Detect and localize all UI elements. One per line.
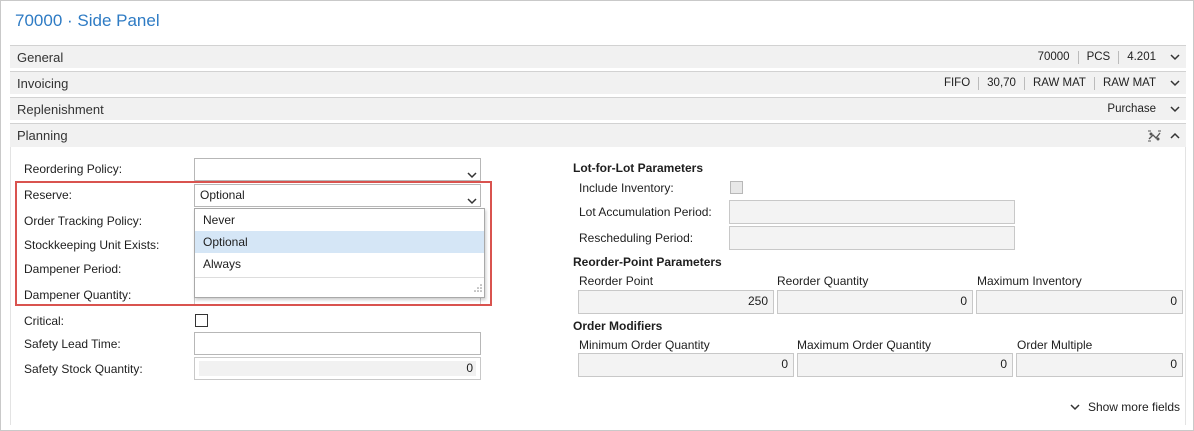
lot-accumulation-period-label: Lot Accumulation Period: bbox=[579, 205, 712, 219]
order-multiple-label: Order Multiple bbox=[1017, 338, 1093, 352]
reordering-policy-select[interactable] bbox=[194, 158, 481, 181]
fasttab-replenishment-title: Replenishment bbox=[17, 101, 104, 117]
show-more-fields-button[interactable]: Show more fields bbox=[1070, 400, 1180, 414]
fasttab-replenishment[interactable]: Replenishment Purchase bbox=[10, 97, 1186, 120]
lot-accumulation-period-field[interactable] bbox=[729, 200, 1015, 224]
order-multiple-field[interactable]: 0 bbox=[1016, 353, 1183, 377]
include-inventory-checkbox[interactable] bbox=[730, 181, 743, 194]
order-multiple-value: 0 bbox=[1170, 357, 1177, 371]
reserve-label: Reserve: bbox=[24, 188, 73, 202]
minimum-order-quantity-field[interactable]: 0 bbox=[578, 353, 794, 377]
summary-gen-prod-posting: RAW MAT bbox=[1025, 76, 1095, 90]
chevron-up-icon[interactable] bbox=[1164, 132, 1186, 139]
reorder-point-field[interactable]: 250 bbox=[578, 290, 774, 314]
fasttab-invoicing-summary: FIFO 30,70 RAW MAT RAW MAT bbox=[936, 76, 1164, 90]
summary-replenishment-system: Purchase bbox=[1107, 102, 1156, 115]
maximum-order-quantity-label: Maximum Order Quantity bbox=[797, 338, 932, 352]
reorder-point-label: Reorder Point bbox=[579, 274, 654, 288]
fasttab-general-title: General bbox=[17, 49, 64, 65]
fasttab-planning[interactable]: Planning bbox=[10, 123, 1186, 147]
personalize-icon[interactable] bbox=[1144, 130, 1164, 142]
rescheduling-period-label: Rescheduling Period: bbox=[579, 231, 694, 245]
rescheduling-period-field[interactable] bbox=[729, 226, 1015, 250]
dampener-quantity-label: Dampener Quantity: bbox=[24, 288, 132, 302]
maximum-order-quantity-value: 0 bbox=[1000, 357, 1007, 371]
chevron-down-icon[interactable] bbox=[1164, 53, 1186, 61]
critical-label: Critical: bbox=[24, 314, 65, 328]
include-inventory-label: Include Inventory: bbox=[579, 181, 674, 195]
dropdown-divider bbox=[195, 277, 484, 278]
reserve-select[interactable]: Optional bbox=[194, 184, 481, 207]
reserve-options-list: Never Optional Always bbox=[194, 208, 485, 298]
reserve-value: Optional bbox=[200, 188, 245, 202]
critical-checkbox[interactable] bbox=[195, 314, 208, 327]
reordering-policy-label: Reordering Policy: bbox=[24, 162, 123, 176]
reserve-option-always[interactable]: Always bbox=[195, 253, 484, 275]
reorder-point-value: 250 bbox=[747, 294, 768, 308]
reorder-quantity-label: Reorder Quantity bbox=[777, 274, 869, 288]
maximum-inventory-field[interactable]: 0 bbox=[976, 290, 1183, 314]
chevron-down-icon[interactable] bbox=[467, 165, 477, 186]
fasttab-invoicing[interactable]: Invoicing FIFO 30,70 RAW MAT RAW MAT bbox=[10, 71, 1186, 94]
reserve-option-optional[interactable]: Optional bbox=[195, 231, 484, 253]
reorder-quantity-field[interactable]: 0 bbox=[777, 290, 973, 314]
minimum-order-quantity-label: Minimum Order Quantity bbox=[579, 338, 710, 352]
reserve-option-never[interactable]: Never bbox=[195, 209, 484, 231]
reorder-quantity-value: 0 bbox=[960, 294, 967, 308]
summary-inventory: 4.201 bbox=[1127, 50, 1156, 63]
reorder-point-heading: Reorder-Point Parameters bbox=[573, 255, 722, 269]
fasttab-replenishment-summary: Purchase bbox=[1099, 103, 1164, 116]
safety-lead-time-field[interactable] bbox=[194, 332, 481, 355]
summary-unit-cost: 30,70 bbox=[979, 76, 1025, 90]
lot-for-lot-heading: Lot-for-Lot Parameters bbox=[573, 161, 704, 175]
maximum-inventory-label: Maximum Inventory bbox=[977, 274, 1082, 288]
order-modifiers-heading: Order Modifiers bbox=[573, 319, 663, 333]
maximum-order-quantity-field[interactable]: 0 bbox=[797, 353, 1013, 377]
page-title: 70000 · Side Panel bbox=[15, 11, 160, 30]
summary-item-no: 70000 bbox=[1030, 50, 1079, 64]
order-tracking-policy-label: Order Tracking Policy: bbox=[24, 214, 143, 228]
minimum-order-quantity-value: 0 bbox=[781, 357, 788, 371]
dampener-period-label: Dampener Period: bbox=[24, 262, 122, 276]
stockkeeping-unit-exists-label: Stockkeeping Unit Exists: bbox=[24, 238, 160, 252]
fasttab-planning-title: Planning bbox=[17, 128, 68, 143]
maximum-inventory-value: 0 bbox=[1170, 294, 1177, 308]
chevron-down-icon[interactable] bbox=[1164, 79, 1186, 87]
resize-grip-icon[interactable] bbox=[474, 281, 482, 295]
summary-unit: PCS bbox=[1079, 50, 1120, 64]
summary-inventory-posting: RAW MAT bbox=[1102, 76, 1156, 89]
safety-stock-quantity-label: Safety Stock Quantity: bbox=[24, 362, 143, 376]
safety-stock-quantity-value: 0 bbox=[199, 361, 476, 376]
chevron-down-icon bbox=[1070, 400, 1080, 414]
show-more-fields-label: Show more fields bbox=[1087, 400, 1180, 414]
fasttab-general-summary: 70000 PCS 4.201 bbox=[1030, 50, 1164, 64]
safety-stock-quantity-field[interactable]: 0 bbox=[194, 357, 481, 380]
summary-costing-method: FIFO bbox=[936, 76, 980, 90]
chevron-down-icon[interactable] bbox=[1164, 105, 1186, 113]
fasttab-invoicing-title: Invoicing bbox=[17, 75, 69, 91]
safety-lead-time-label: Safety Lead Time: bbox=[24, 337, 121, 351]
fasttab-general[interactable]: General 70000 PCS 4.201 bbox=[10, 45, 1186, 68]
